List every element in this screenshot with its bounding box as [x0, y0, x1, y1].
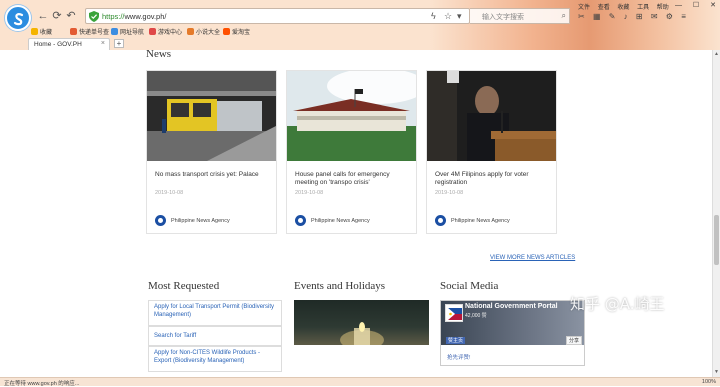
- scroll-down-icon[interactable]: ▼: [714, 369, 719, 375]
- new-tab-button[interactable]: +: [114, 39, 124, 48]
- news-date: 2019-10-08: [295, 190, 324, 196]
- chevron-down-icon[interactable]: ▾: [457, 11, 462, 22]
- star-icon: [31, 28, 38, 35]
- bookmark-item[interactable]: 网址导航: [111, 27, 144, 36]
- menu-item[interactable]: 查看: [598, 5, 610, 11]
- news-image-speaker: [427, 71, 556, 161]
- news-card[interactable]: No mass transport crisis yet: Palace 201…: [146, 70, 277, 234]
- pna-logo-icon: [155, 215, 166, 226]
- news-agency: Philippine News Agency: [435, 215, 510, 226]
- zoom-level[interactable]: 100%: [702, 379, 716, 385]
- tab-home-govph[interactable]: Home - GOV.PH ×: [28, 38, 110, 50]
- news-card[interactable]: Over 4M Filipinos apply for voter regist…: [426, 70, 557, 234]
- window-controls: — ☐ ✕: [666, 1, 716, 9]
- address-bar[interactable]: https://www.gov.ph/ ϟ ☆ ▾: [85, 8, 470, 24]
- news-title[interactable]: House panel calls for emergency meeting …: [295, 171, 413, 187]
- menu-icon[interactable]: ≡: [681, 12, 686, 21]
- events-heading: Events and Holidays: [294, 280, 386, 292]
- grid-icon[interactable]: ▦: [593, 12, 601, 21]
- news-image-building: [287, 71, 416, 161]
- news-agency: Philippine News Agency: [295, 215, 370, 226]
- minimize-icon[interactable]: —: [675, 2, 682, 9]
- events-image[interactable]: [294, 300, 429, 345]
- search-placeholder: 输入文字搜索: [482, 14, 524, 21]
- bookmark-favorites[interactable]: 收藏: [31, 27, 52, 36]
- search-box[interactable]: 输入文字搜索 ⌕: [470, 8, 570, 24]
- menu-bar: 文件 查看 收藏 工具 帮助: [578, 2, 675, 11]
- bookmark-item[interactable]: 快递单号查: [70, 27, 109, 36]
- menu-item[interactable]: 文件: [578, 5, 590, 11]
- undo-icon[interactable]: ↶: [65, 9, 77, 23]
- facebook-share-button[interactable]: 分享: [566, 336, 583, 345]
- pna-logo-icon: [295, 215, 306, 226]
- page-logo-icon: [445, 304, 463, 322]
- scrollbar-thumb[interactable]: [714, 215, 719, 265]
- news-title[interactable]: Over 4M Filipinos apply for voter regist…: [435, 171, 553, 187]
- view-more-news-link[interactable]: VIEW MORE NEWS ARTICLES: [490, 255, 575, 261]
- toolbar-extensions: ✂ ▦ ✎ ♪ ⊞ ✉ ⚙ ≡: [578, 12, 692, 21]
- news-title[interactable]: No mass transport crisis yet: Palace: [155, 171, 273, 179]
- star-icon[interactable]: ☆: [444, 11, 452, 22]
- vertical-scrollbar[interactable]: ▲ ▼: [712, 50, 720, 377]
- tab-strip: Home - GOV.PH × +: [0, 38, 720, 50]
- facebook-widget[interactable]: National Government Portal 42,000 赞 赞主页 …: [440, 300, 585, 366]
- news-agency: Philippine News Agency: [155, 215, 230, 226]
- taobao-icon: [223, 28, 230, 35]
- scroll-up-icon[interactable]: ▲: [714, 51, 719, 57]
- status-bar: 正在等待 www.gov.ph 的响应... 100%: [0, 377, 720, 387]
- page-viewport: News No mass transport crisis yet: Palac…: [0, 50, 712, 377]
- social-media-heading: Social Media: [440, 280, 499, 292]
- bookmark-item[interactable]: 爱淘宝: [223, 27, 250, 36]
- url-text: https://www.gov.ph/: [102, 12, 167, 21]
- zhihu-watermark: 知乎 @A.崎王: [570, 295, 665, 313]
- scissors-icon[interactable]: ✂: [578, 12, 585, 21]
- refresh-icon[interactable]: ⟳: [51, 9, 63, 23]
- search-icon[interactable]: ⌕: [562, 11, 566, 21]
- apps-icon[interactable]: ⊞: [636, 12, 643, 21]
- menu-item[interactable]: 工具: [637, 5, 649, 11]
- maximize-icon[interactable]: ☐: [693, 2, 699, 9]
- most-requested-item[interactable]: Apply for Local Transport Permit (Biodiv…: [148, 300, 282, 326]
- bookmarks-bar: 收藏 快递单号查 网址导航 游戏中心 小说大全 爱淘宝: [0, 26, 720, 37]
- news-date: 2019-10-08: [155, 190, 184, 196]
- book-icon: [187, 28, 194, 35]
- close-icon[interactable]: ✕: [710, 2, 716, 9]
- facebook-footer-text[interactable]: 抢先评赞!: [447, 353, 471, 361]
- back-icon[interactable]: ←: [37, 9, 49, 23]
- express-icon: [70, 28, 77, 35]
- news-heading: News: [146, 50, 172, 60]
- browser-chrome: ← ⟳ ↶ https://www.gov.ph/ ϟ ☆ ▾ 输入文字搜索 ⌕…: [0, 0, 720, 50]
- facebook-like-button[interactable]: 赞主页: [446, 337, 466, 344]
- bookmark-item[interactable]: 小说大全: [187, 27, 220, 36]
- most-requested-item[interactable]: Apply for Non-CITES Wildlife Products - …: [148, 346, 282, 372]
- news-image-train: [147, 71, 276, 161]
- most-requested-item[interactable]: Search for Tariff: [148, 326, 282, 346]
- pna-logo-icon: [435, 215, 446, 226]
- news-card[interactable]: House panel calls for emergency meeting …: [286, 70, 417, 234]
- nav-icon: [111, 28, 118, 35]
- mail-icon[interactable]: ✉: [651, 12, 658, 21]
- tab-close-icon[interactable]: ×: [101, 40, 105, 47]
- settings-icon[interactable]: ⚙: [666, 12, 673, 21]
- facebook-likes: 42,000 赞: [465, 313, 487, 319]
- bookmark-item[interactable]: 游戏中心: [149, 27, 182, 36]
- lightning-icon[interactable]: ϟ: [431, 11, 436, 22]
- game-icon: [149, 28, 156, 35]
- most-requested-heading: Most Requested: [148, 280, 220, 292]
- facebook-page-name[interactable]: National Government Portal: [465, 303, 558, 310]
- bell-icon[interactable]: ♪: [624, 12, 628, 21]
- news-date: 2019-10-08: [435, 190, 464, 196]
- pin-icon[interactable]: ✎: [609, 12, 616, 21]
- menu-item[interactable]: 收藏: [617, 5, 629, 11]
- secure-shield-icon: [89, 11, 99, 22]
